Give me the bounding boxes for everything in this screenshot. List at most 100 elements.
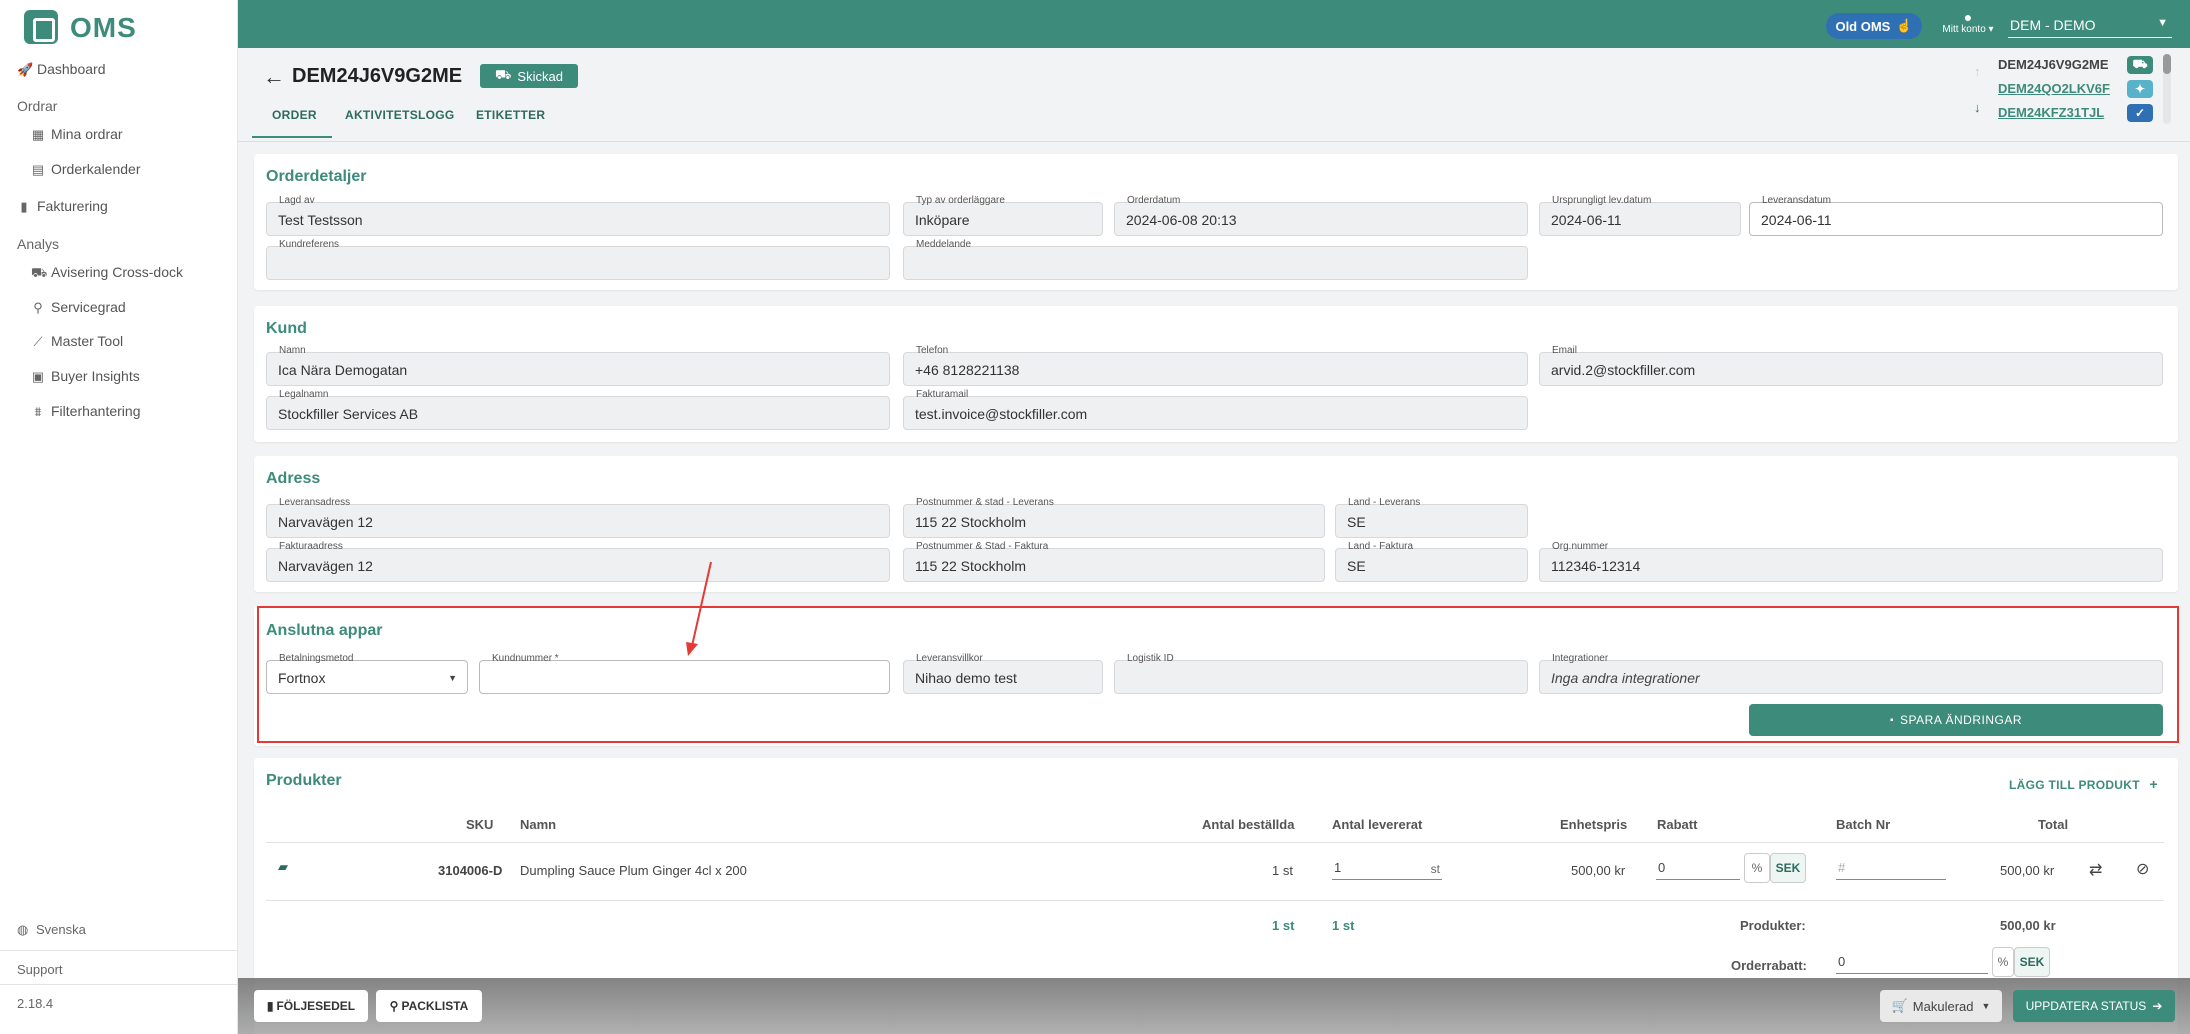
status-select[interactable]: 🛒 Makulerad ▼ [1880,990,2002,1022]
email-field[interactable]: Email arvid.2@stockfiller.com [1539,345,2163,386]
leveransadress-field[interactable]: Leveransadress Narvavägen 12 [266,497,890,538]
input-value: 0 [1658,860,1666,875]
field-label: Land - Faktura [1346,541,1416,552]
cancel-icon[interactable]: ⊘ [2136,859,2149,879]
logistik-id-field[interactable]: Logistik ID [1114,653,1528,694]
batch-input[interactable]: # [1836,856,1946,880]
sidebar-item-label: Master Tool [51,333,124,349]
namn-field[interactable]: Namn Ica Nära Demogatan [266,345,890,386]
save-button[interactable]: ▪ SPARA ÄNDRINGAR [1749,704,2163,736]
box-icon: ▰ [278,859,288,874]
percent-toggle[interactable]: % [1744,853,1770,883]
field-label: Betalningsmetod [277,653,356,664]
save-button-label: SPARA ÄNDRINGAR [1900,713,2022,727]
sidebar-item-servicegrad[interactable]: ⚲ Servicegrad [31,299,221,317]
related-order-link[interactable]: DEM24J6V9G2ME [1998,57,2109,72]
old-oms-button[interactable]: Old OMS ☝ [1826,13,1922,39]
sidebar-item-dashboard[interactable]: 🚀 Dashboard [17,61,217,79]
ursprungligt-datum-field[interactable]: Ursprungligt lev.datum 2024-06-11 [1539,195,1741,236]
related-order-link[interactable]: DEM24KFZ31TJL [1998,105,2104,120]
products-sum-value: 500,00 kr [2000,918,2056,933]
language-selector[interactable]: ◍ Svenska [0,922,238,942]
field-value: Ica Nära Demogatan [278,362,408,378]
kund-card: Kund Namn Ica Nära Demogatan Telefon +46 8… [254,306,2178,442]
currency-toggle[interactable]: SEK [2014,947,2050,977]
update-status-button[interactable]: UPPDATERA STATUS ➔ [2013,990,2175,1022]
add-product-button[interactable]: LÄGG TILL PRODUKT + [2009,776,2158,792]
kundnummer-input[interactable]: Kundnummer * [479,653,890,694]
insights-icon: ▣ [31,369,45,384]
swap-icon[interactable]: ⇄ [2089,860,2102,880]
lagd-av-field[interactable]: Lagd av Test Testsson [266,195,890,236]
chevron-down-icon: ▼ [448,673,457,683]
sidebar-item-buyer-insights[interactable]: ▣ Buyer Insights [31,368,221,386]
discount-input[interactable]: 0 [1656,856,1740,880]
tab-order[interactable]: ORDER [272,108,317,122]
field-value: SE [1347,514,1366,530]
document-icon: ▮ [266,999,274,1013]
account-menu[interactable]: ● Mitt konto ▾ [1938,10,1998,40]
support-link[interactable]: Support [0,962,238,977]
divider [266,900,2164,901]
fakturaadress-field[interactable]: Fakturaadress Narvavägen 12 [266,541,890,582]
legalnamn-field[interactable]: Legalnamn Stockfiller Services AB [266,389,890,430]
sidebar-item-orderkalender[interactable]: ▤ Orderkalender [31,161,221,179]
field-label: Land - Leverans [1346,497,1423,508]
orderdetaljer-card: Orderdetaljer Lagd av Test Testsson Typ a… [254,154,2178,290]
pointer-hand-icon: ☝ [1896,18,1913,33]
tab-aktivitetslogg[interactable]: AKTIVITETSLOGG [345,108,455,122]
sku-cell: 3104006-D [438,863,503,878]
order-discount-input[interactable]: 0 [1836,950,1988,974]
postnummer-faktura-field[interactable]: Postnummer & Stad - Faktura 115 22 Stockh… [903,541,1325,582]
sidebar-item-label: Avisering Cross-dock [51,264,184,280]
field-value: Stockfiller Services AB [278,406,419,422]
scrollbar-thumb[interactable] [2163,54,2171,74]
percent-toggle[interactable]: % [1992,947,2014,977]
sidebar-item-mina-ordrar[interactable]: ▦ Mina ordrar [31,126,221,144]
chevron-down-icon: ▼ [1981,1001,1991,1011]
land-faktura-field[interactable]: Land - Faktura SE [1335,541,1528,582]
field-label: Legalnamn [277,389,331,400]
field-value: Narvavägen 12 [278,514,373,530]
delivered-qty-input[interactable]: 1 st [1332,856,1442,880]
currency-toggle[interactable]: SEK [1770,853,1806,883]
leveransdatum-field[interactable]: Leveransdatum 2024-06-11 [1749,195,2163,236]
input-value: 1 [1334,860,1342,875]
sidebar-item-master-tool[interactable]: ⟋ Master Tool [31,333,221,351]
related-order-link[interactable]: DEM24QO2LKV6F [1998,81,2110,96]
column-header: Antal beställda [1202,817,1295,832]
field-value: Test Testsson [278,212,363,228]
truck-icon: ⛟ [495,67,512,82]
arrow-up-icon[interactable]: ↑ [1974,64,1981,79]
arrow-down-icon[interactable]: ↓ [1974,100,1981,115]
sidebar-item-fakturering[interactable]: ▮ Fakturering [17,198,217,216]
typ-field[interactable]: Typ av orderläggare Inköpare [903,195,1103,236]
meddelande-field[interactable]: Meddelande [903,239,1528,280]
sidebar-item-filterhantering[interactable]: ⩩ Filterhantering [31,403,221,421]
tab-etiketter[interactable]: ETIKETTER [476,108,545,122]
oms-logo-icon[interactable] [24,10,58,44]
foljesedel-button[interactable]: ▮ FÖLJESEDEL [254,990,368,1022]
postnummer-leverans-field[interactable]: Postnummer & stad - Leverans 115 22 Stock… [903,497,1325,538]
back-arrow-icon[interactable]: ← [263,64,285,90]
field-label: Fakturaadress [277,541,345,552]
land-leverans-field[interactable]: Land - Leverans SE [1335,497,1528,538]
logo-text[interactable]: OMS [70,12,137,44]
status-badge: ⛟ Skickad [480,64,578,88]
packlista-button[interactable]: ⚲ PACKLISTA [376,990,482,1022]
betalningsmetod-select[interactable]: Betalningsmetod Fortnox ▼ [266,653,468,694]
scrollbar[interactable] [2163,54,2171,124]
orgnummer-field[interactable]: Org.nummer 112346-12314 [1539,541,2163,582]
sidebar-item-avisering[interactable]: ⛟ Avisering Cross-dock [31,264,231,282]
orderdatum-field[interactable]: Orderdatum 2024-06-08 20:13 [1114,195,1528,236]
status-select-value: Makulerad [1912,998,1974,1014]
telefon-field[interactable]: Telefon +46 8128221138 [903,345,1528,386]
kundreferens-field[interactable]: Kundreferens [266,239,890,280]
field-value: 2024-06-11 [1551,212,1622,228]
field-label: Email [1550,345,1580,356]
fakturamail-field[interactable]: Fakturamail test.invoice@stockfiller.com [903,389,1528,430]
field-label: Postnummer & stad - Leverans [914,497,1056,508]
field-value: +46 8128221138 [915,362,1020,378]
leveransvillkor-field[interactable]: Leveransvillkor Nihao demo test [903,653,1103,694]
org-select[interactable]: DEM - DEMO ▼ [2008,12,2172,38]
